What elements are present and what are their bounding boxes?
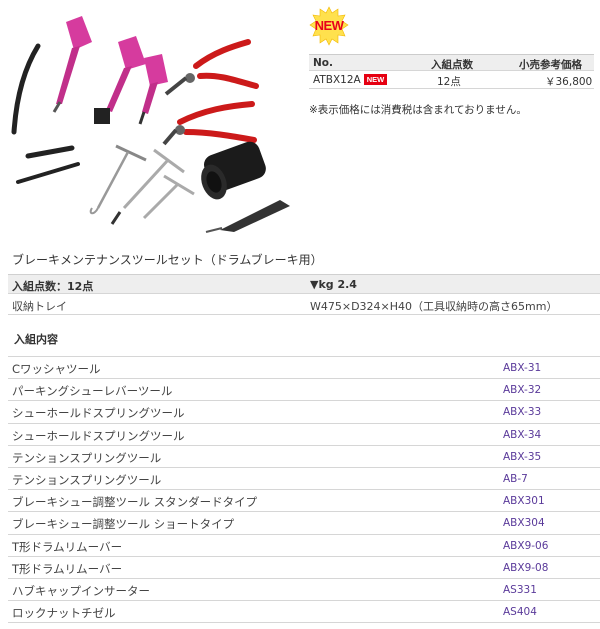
list-item: T形ドラムリムーバー ABX9-08 <box>8 557 600 579</box>
item-name: ロックナットチゼル <box>12 606 116 621</box>
contents-title: 入組内容 <box>14 333 58 346</box>
header-price: 小売参考価格 <box>519 59 582 71</box>
item-name: パーキングシューレバーツール <box>12 384 173 399</box>
new-badge-label: NEW <box>314 18 344 33</box>
product-number-text: ATBX12A <box>313 74 361 86</box>
spec-table: 入組点数：12点 ▼kg 2.4 収納トレイ W475×D324×H40（工具収… <box>8 274 600 315</box>
item-name: テンションスプリングツール <box>12 450 162 465</box>
tax-note: ※表示価格には消費税は含まれておりません。 <box>309 104 527 116</box>
product-number: ATBX12A NEW <box>313 74 388 86</box>
item-name: テンションスプリングツール <box>12 472 162 487</box>
item-code-link[interactable]: ABX-33 <box>503 406 541 418</box>
item-code-link[interactable]: ABX9-08 <box>503 562 548 574</box>
item-name: ブレーキシュー調整ツール スタンダードタイプ <box>12 495 258 510</box>
item-name: シューホールドスプリングツール <box>12 428 185 443</box>
item-code-link[interactable]: ABX304 <box>503 517 545 529</box>
list-item: ロックナットチゼル AS404 <box>8 601 600 624</box>
list-item: Cワッシャツール ABX-31 <box>8 357 600 380</box>
list-item: テンションスプリングツール AB-7 <box>8 468 600 491</box>
new-badge: NEW <box>309 6 349 46</box>
item-code-link[interactable]: ABX301 <box>503 495 545 507</box>
list-item: テンションスプリングツール ABX-35 <box>8 446 600 468</box>
item-code-link[interactable]: ABX9-06 <box>503 540 548 552</box>
item-code-link[interactable]: ABX-31 <box>503 362 541 374</box>
header-no: No. <box>313 57 333 69</box>
list-item: ブレーキシュー調整ツール スタンダードタイプ ABX301 <box>8 490 600 513</box>
item-name: T形ドラムリムーバー <box>12 539 123 554</box>
list-item: パーキングシューレバーツール ABX-32 <box>8 379 600 402</box>
list-item: ブレーキシュー調整ツール ショートタイプ ABX304 <box>8 512 600 535</box>
product-count: 12点 <box>437 76 461 88</box>
new-tag: NEW <box>363 74 388 85</box>
product-table: No. 入組点数 小売参考価格 ATBX12A NEW 12点 ￥36,800 <box>309 54 594 89</box>
item-code-link[interactable]: ABX-34 <box>503 429 541 441</box>
contents-list: Cワッシャツール ABX-31 パーキングシューレバーツール ABX-32 シューホ… <box>8 356 600 624</box>
item-name: ハブキャップインサーター <box>12 583 150 598</box>
product-price: ￥36,800 <box>545 76 593 88</box>
item-code-link[interactable]: ABX-35 <box>503 451 541 463</box>
list-item: シューホールドスプリングツール ABX-33 <box>8 401 600 424</box>
item-name: ブレーキシュー調整ツール ショートタイプ <box>12 517 235 532</box>
product-row: ATBX12A NEW 12点 ￥36,800 <box>309 71 594 89</box>
header-count: 入組点数 <box>431 59 473 71</box>
item-name: シューホールドスプリングツール <box>12 406 185 421</box>
item-code-link[interactable]: AS331 <box>503 584 537 596</box>
list-item: ハブキャップインサーター AS331 <box>8 579 600 602</box>
item-code-link[interactable]: AS404 <box>503 606 537 618</box>
product-table-header: No. 入組点数 小売参考価格 <box>309 54 594 71</box>
tray-label: 収納トレイ <box>12 300 67 313</box>
list-item: T形ドラムリムーバー ABX9-06 <box>8 535 600 557</box>
item-code-link[interactable]: ABX-32 <box>503 384 541 396</box>
tray-dimensions: W475×D324×H40（工具収納時の高さ65mm） <box>310 300 558 313</box>
set-title: ブレーキメンテナンスツールセット（ドラムブレーキ用） <box>12 253 323 267</box>
spec-count: 入組点数：12点 <box>12 280 94 293</box>
item-name: Cワッシャツール <box>12 362 101 376</box>
spec-header: 入組点数：12点 ▼kg 2.4 <box>8 274 600 294</box>
item-code-link[interactable]: AB-7 <box>503 473 528 485</box>
spec-row-tray: 収納トレイ W475×D324×H40（工具収納時の高さ65mm） <box>8 294 600 315</box>
list-item: シューホールドスプリングツール ABX-34 <box>8 424 600 446</box>
product-photo <box>8 12 298 234</box>
spec-weight: ▼kg 2.4 <box>310 278 357 291</box>
item-name: T形ドラムリムーバー <box>12 561 123 576</box>
